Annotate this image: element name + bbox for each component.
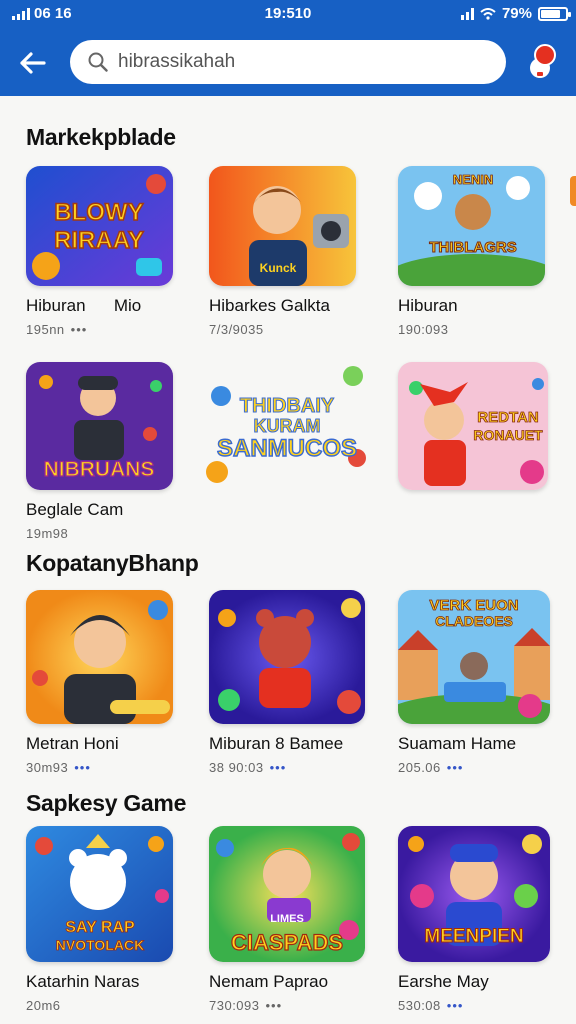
game-meta-value: 530:08	[398, 998, 441, 1013]
battery-icon	[538, 6, 571, 21]
game-card[interactable]: THIDBAIY KURAM SANMUCOS	[205, 362, 370, 490]
game-thumbnail: THIDBAIY KURAM SANMUCOS	[205, 362, 370, 490]
notification-badge	[534, 44, 556, 66]
art-title-1: LIMES	[270, 913, 304, 925]
game-card[interactable]: REDTAN RONAUET	[398, 362, 563, 490]
game-card[interactable]: MEENPIEN Earshe May 530:08 •••	[398, 826, 563, 1013]
game-thumbnail: BLOWY RIRAAY	[26, 166, 173, 286]
game-thumbnail: NENIN THIBLAGRS	[398, 166, 545, 286]
art-title-1: NENIN	[453, 172, 493, 187]
game-thumbnail: Kunck	[209, 166, 356, 286]
art-title-1: MEENPIEN	[424, 926, 523, 947]
game-thumbnail: REDTAN RONAUET	[398, 362, 548, 490]
game-card[interactable]: Miburan 8 Bamee 38 90:03 •••	[209, 590, 374, 775]
game-meta: 30m93 •••	[26, 760, 191, 775]
status-right: 79%	[460, 5, 571, 22]
signal-strength-icon	[460, 7, 474, 20]
game-card[interactable]: LIMES CIASPADS Nemam Paprao 730:093 •••	[209, 826, 374, 1013]
art-title-1: SAY RAP	[65, 919, 135, 936]
game-name: Katarhin Naras	[26, 972, 140, 991]
game-meta: 19m98	[26, 526, 191, 541]
art-title-1: BLOWY	[54, 199, 143, 226]
game-name: Nemam Paprao	[209, 972, 329, 991]
game-card[interactable]: NENIN THIBLAGRS Hiburan 190:093	[398, 166, 563, 337]
game-meta-value: 205.06	[398, 760, 441, 775]
game-name: Suamam Hame	[398, 734, 517, 753]
game-card[interactable]: Metran Honi 30m93 •••	[26, 590, 191, 775]
game-thumbnail	[26, 590, 173, 724]
art-title-1: Kunck	[260, 261, 297, 275]
back-button[interactable]	[14, 44, 52, 82]
art-title-2: CLADEOES	[435, 613, 513, 629]
game-name: Hiburan Mio	[26, 296, 142, 315]
game-card[interactable]: SAY RAP NVOTOLACK Katarhin Naras 20m6	[26, 826, 191, 1013]
battery-text: 79%	[501, 5, 532, 22]
art-title-1: VERK EUON	[429, 597, 518, 614]
game-meta-value: 30m93	[26, 760, 69, 775]
section-title-2: KopatanyBhanp	[26, 550, 199, 576]
game-meta-value: 730:093	[209, 998, 260, 1013]
game-meta: 730:093 •••	[209, 998, 374, 1013]
game-card[interactable]: Kunck Hibarkes Galkta 7/3/9035	[209, 166, 374, 337]
game-card[interactable]: BLOWY RIRAAY Hiburan Mio 195nn •••	[26, 166, 191, 337]
more-dots-icon: •••	[70, 322, 88, 337]
game-thumbnail	[209, 590, 365, 724]
art-title-2: CIASPADS	[231, 930, 343, 955]
game-meta-value: 19m98	[26, 526, 69, 541]
game-meta: 195nn •••	[26, 322, 191, 337]
game-meta: 20m6	[26, 998, 61, 1013]
section-title-1: Markekpblade	[26, 124, 176, 150]
game-card[interactable]: NIBRUANS Beglale Cam 19m98	[26, 362, 191, 541]
game-meta-value: 38 90:03	[209, 760, 264, 775]
art-title-1: THIDBAIY	[240, 395, 335, 417]
game-thumbnail: MEENPIEN	[398, 826, 550, 962]
search-icon	[88, 52, 108, 72]
game-name: Miburan 8 Bamee	[209, 734, 344, 753]
more-dots-icon: •••	[74, 760, 91, 775]
game-name: Hibarkes Galkta	[209, 296, 330, 315]
more-dots-icon: •••	[446, 998, 464, 1013]
art-title-2: RONAUET	[473, 427, 543, 443]
game-thumbnail: LIMES CIASPADS	[209, 826, 365, 962]
battery-fill	[541, 9, 560, 18]
art-title-2: NVOTOLACK	[56, 937, 144, 953]
next-card-peek	[570, 176, 576, 206]
app-bar: 06 16 19:510 79%	[0, 0, 576, 96]
game-meta: 205.06 •••	[398, 760, 563, 775]
game-meta: 530:08 •••	[398, 998, 563, 1013]
status-bar: 06 16 19:510 79%	[0, 0, 576, 28]
more-dots-icon: •••	[269, 760, 287, 775]
game-thumbnail: SAY RAP NVOTOLACK	[26, 826, 173, 962]
game-name: Hiburan	[398, 296, 458, 315]
search-bar[interactable]	[70, 40, 506, 84]
search-input[interactable]	[118, 51, 478, 73]
game-meta: 190:093	[398, 322, 449, 337]
section-title-3: Sapkesy Game	[26, 790, 187, 816]
art-title-2: THIBLAGRS	[429, 239, 517, 256]
game-name: Beglale Cam	[26, 500, 124, 519]
game-card[interactable]: VERK EUON CLADEOES Suamam Hame 205.06 •••	[398, 590, 563, 775]
art-title-1: NIBRUANS	[44, 458, 155, 481]
game-name: Metran Honi	[26, 734, 119, 753]
notification-button[interactable]	[522, 44, 562, 84]
wifi-icon	[480, 7, 496, 20]
art-title-1: REDTAN	[477, 409, 538, 426]
art-title-3: SANMUCOS	[217, 435, 357, 462]
more-dots-icon: •••	[446, 760, 464, 775]
art-title-2: KURAM	[254, 416, 321, 436]
art-title-2: RIRAAY	[54, 227, 144, 254]
more-dots-icon: •••	[265, 998, 283, 1013]
game-meta-value: 195nn	[26, 322, 65, 337]
game-thumbnail: NIBRUANS	[26, 362, 173, 490]
game-thumbnail: VERK EUON CLADEOES	[398, 590, 550, 724]
game-meta: 7/3/9035	[209, 322, 264, 337]
arrow-left-icon	[20, 52, 46, 74]
game-meta: 38 90:03 •••	[209, 760, 374, 775]
game-name: Earshe May	[398, 972, 489, 991]
